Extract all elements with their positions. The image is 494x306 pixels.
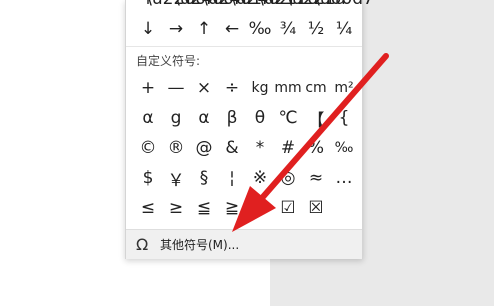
symbol-cell[interactable]: \u00d7 bbox=[314, 0, 374, 14]
symbol-cell[interactable]: { bbox=[330, 103, 358, 133]
symbol-cell[interactable]: ↑ bbox=[190, 14, 218, 44]
symbol-cell[interactable]: ¼ bbox=[330, 14, 358, 44]
symbol-cell[interactable]: & bbox=[218, 133, 246, 163]
symbol-cell[interactable]: ← bbox=[218, 14, 246, 44]
symbol-cell[interactable]: § bbox=[190, 163, 218, 193]
symbol-cell[interactable]: @ bbox=[190, 133, 218, 163]
symbol-cell[interactable]: … bbox=[330, 163, 358, 193]
symbol-cell[interactable]: ¦ bbox=[218, 163, 246, 193]
symbol-dropdown-panel: + \u2260 \u2460 \u2461 \u2462 \u2116 \u2… bbox=[125, 0, 374, 259]
custom-symbols-row: + — × ÷ kg mm cm m² bbox=[134, 73, 358, 103]
symbol-cell[interactable]: ® bbox=[162, 133, 190, 163]
symbol-cell[interactable]: α bbox=[134, 103, 162, 133]
symbol-cell[interactable]: ≈ bbox=[302, 163, 330, 193]
symbol-cell[interactable]: ↓ bbox=[134, 14, 162, 44]
symbol-cell[interactable]: ☐ bbox=[246, 193, 274, 223]
symbol-cell[interactable]: g bbox=[162, 103, 190, 133]
symbol-row-clipped: + \u2260 \u2460 \u2461 \u2462 \u2116 \u2… bbox=[134, 0, 374, 14]
symbol-cell[interactable]: × bbox=[190, 73, 218, 103]
symbol-cell[interactable]: ※ bbox=[246, 163, 274, 193]
symbol-cell[interactable]: — bbox=[162, 73, 190, 103]
symbol-cell[interactable]: mm bbox=[274, 73, 302, 103]
symbol-cell[interactable]: ≤ bbox=[134, 193, 162, 223]
symbol-cell[interactable]: m² bbox=[330, 73, 358, 103]
symbol-cell[interactable]: 【 bbox=[302, 103, 330, 133]
symbol-cell[interactable]: ◎ bbox=[274, 163, 302, 193]
more-symbols-label: 其他符号(M)... bbox=[160, 238, 240, 252]
symbol-cell[interactable]: ≦ bbox=[190, 193, 218, 223]
omega-icon: Ω bbox=[136, 235, 149, 254]
custom-symbols-label: 自定义符号: bbox=[136, 54, 201, 68]
custom-symbols-row: $ ￥ § ¦ ※ ◎ ≈ … bbox=[134, 163, 358, 193]
custom-symbols-row: ≤ ≥ ≦ ≧ ☐ ☑ ☒ bbox=[134, 193, 358, 223]
symbol-cell[interactable]: β bbox=[218, 103, 246, 133]
symbol-cell[interactable]: ≥ bbox=[162, 193, 190, 223]
symbol-cell[interactable]: ℃ bbox=[274, 103, 302, 133]
symbol-cell[interactable]: $ bbox=[134, 163, 162, 193]
section-divider bbox=[126, 46, 362, 47]
symbol-cell[interactable]: ☒ bbox=[302, 193, 330, 223]
symbol-cell[interactable]: α bbox=[190, 103, 218, 133]
recent-symbols-row: ↓ → ↑ ← ‰ ¾ ½ ¼ bbox=[134, 14, 358, 44]
symbol-cell[interactable]: © bbox=[134, 133, 162, 163]
symbol-cell[interactable]: cm bbox=[302, 73, 330, 103]
symbol-cell[interactable] bbox=[330, 193, 358, 223]
symbol-cell[interactable]: # bbox=[274, 133, 302, 163]
custom-symbols-row: α g α β θ ℃ 【 { bbox=[134, 103, 358, 133]
symbol-cell[interactable]: + bbox=[134, 73, 162, 103]
symbol-cell[interactable]: θ bbox=[246, 103, 274, 133]
symbol-cell[interactable]: ‰ bbox=[330, 133, 358, 163]
symbol-cell[interactable]: ￥ bbox=[162, 163, 190, 193]
symbol-cell[interactable]: ‰ bbox=[246, 14, 274, 44]
symbol-cell[interactable]: kg bbox=[246, 73, 274, 103]
more-symbols-button[interactable]: Ω 其他符号(M)... bbox=[126, 229, 362, 259]
symbol-cell[interactable]: ≧ bbox=[218, 193, 246, 223]
symbol-cell[interactable]: ☑ bbox=[274, 193, 302, 223]
symbol-cell[interactable]: → bbox=[162, 14, 190, 44]
custom-symbols-row: © ® @ & * # % ‰ bbox=[134, 133, 358, 163]
symbol-cell[interactable]: ÷ bbox=[218, 73, 246, 103]
symbol-cell[interactable]: ½ bbox=[302, 14, 330, 44]
symbol-cell[interactable]: * bbox=[246, 133, 274, 163]
symbol-cell[interactable]: ¾ bbox=[274, 14, 302, 44]
symbol-cell[interactable]: % bbox=[302, 133, 330, 163]
